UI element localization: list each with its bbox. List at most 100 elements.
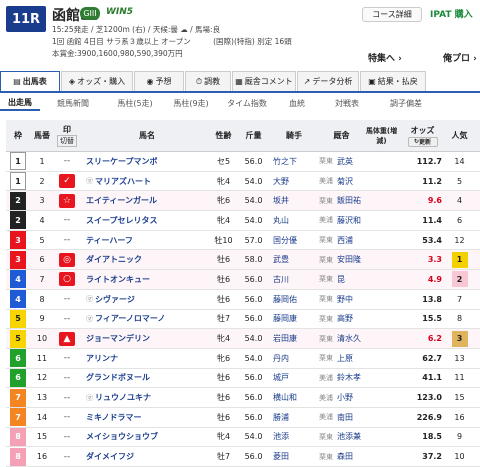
horse-name-cell[interactable]: ㋮シヴァージ <box>80 290 208 309</box>
odds-cell[interactable]: 3.3 <box>399 250 446 269</box>
odds-cell[interactable]: 41.1 <box>399 369 446 388</box>
mark-cell[interactable]: -- <box>54 369 80 388</box>
mark-cell[interactable]: -- <box>54 428 80 447</box>
odds-cell[interactable]: 9.6 <box>399 191 446 210</box>
special-feature-link[interactable]: 特集へ › <box>368 51 402 64</box>
table-row[interactable]: 4 7 ○ ライトオンキュー 牡6 56.0 古川 栗東昆 4.9 2 <box>6 270 480 290</box>
mark-cell[interactable]: -- <box>54 290 80 309</box>
jockey-cell[interactable]: 丸山 <box>268 211 315 230</box>
ipat-purchase-button[interactable]: IPAT 購入 <box>430 7 473 20</box>
table-row[interactable]: 4 8 -- ㋮シヴァージ 牡6 56.0 藤岡佑 栗東 野中 13.8 7 <box>6 290 480 310</box>
horse-name-cell[interactable]: エイティーンガール <box>80 191 208 210</box>
odds-cell[interactable]: 11.2 <box>399 172 446 191</box>
stable-cell[interactable]: 美浦 小野 <box>315 388 364 407</box>
table-row[interactable]: 5 10 ▲ ジョーマンデリン 牝4 54.0 岩田康 栗東 清水久 6.2 3 <box>6 329 480 349</box>
stable-cell[interactable]: 美浦 藤沢和 <box>315 211 364 230</box>
mark-cell[interactable]: -- <box>54 349 80 368</box>
horse-name-cell[interactable]: アリンナ <box>80 349 208 368</box>
horse-name-cell[interactable]: ライトオンキュー <box>80 270 208 289</box>
horse-name-cell[interactable]: スイープセレリタス <box>80 211 208 230</box>
horse-name-cell[interactable]: ジョーマンデリン <box>80 329 208 348</box>
jockey-cell[interactable]: 大野 <box>268 172 315 191</box>
stable-cell[interactable]: 栗東 森田 <box>315 447 364 466</box>
odds-cell[interactable]: 226.9 <box>399 408 446 427</box>
stable-cell[interactable]: 栗東 武英 <box>315 152 364 171</box>
stable-cell[interactable]: 美浦 南田 <box>315 408 364 427</box>
horse-name-cell[interactable]: ティーハーフ <box>80 231 208 250</box>
stable-cell[interactable]: 美浦 鈴木孝 <box>315 369 364 388</box>
jockey-cell[interactable]: 岩田康 <box>268 329 315 348</box>
stable-cell[interactable]: 栗東昆 <box>315 270 364 289</box>
horse-name-cell[interactable]: ㋮リュウノユキナ <box>80 388 208 407</box>
stable-cell[interactable]: 栗東 上原 <box>315 349 364 368</box>
mark-cell[interactable]: ✓ <box>54 172 80 191</box>
stable-cell[interactable]: 栗東 西浦 <box>315 231 364 250</box>
subtab-4[interactable]: タイム指数 <box>218 95 276 111</box>
odds-refresh-button[interactable]: ↻ 更新 <box>407 136 438 147</box>
table-row[interactable]: 8 15 -- メイショウショウブ 牝4 54.0 池添 栗東 池添兼 18.5 9 <box>6 427 480 448</box>
horse-name-cell[interactable]: ダイメイフジ <box>80 447 208 466</box>
course-detail-button[interactable]: コース詳細 <box>362 7 422 22</box>
table-row[interactable]: 3 5 -- ティーハーフ 牡10 57.0 国分優 栗東 西浦 53.4 12 <box>6 231 480 251</box>
mark-cell[interactable]: -- <box>54 231 80 250</box>
tab-2[interactable]: ◉ 予想 <box>134 71 184 91</box>
tab-4[interactable]: ▦ 厩舎コメント <box>232 71 296 91</box>
subtab-0[interactable]: 出走馬 <box>0 95 40 111</box>
mark-cell[interactable]: ○ <box>54 270 80 289</box>
jockey-cell[interactable]: 横山和 <box>268 388 315 407</box>
odds-cell[interactable]: 11.4 <box>399 211 446 230</box>
jockey-cell[interactable]: 城戸 <box>268 369 315 388</box>
table-row[interactable]: 3 6 ◎ ダイアトニック 牡6 58.0 武豊 栗東 安田隆 3.3 1 <box>6 250 480 271</box>
jockey-cell[interactable]: 丹内 <box>268 349 315 368</box>
mark-cell[interactable]: ◎ <box>54 250 80 269</box>
jockey-cell[interactable]: 古川 <box>268 270 315 289</box>
odds-cell[interactable]: 62.7 <box>399 349 446 368</box>
subtab-3[interactable]: 馬柱(9走) <box>164 95 218 111</box>
table-row[interactable]: 6 11 -- アリンナ 牝6 54.0 丹内 栗東 上原 62.7 13 <box>6 349 480 369</box>
stable-cell[interactable]: 栗東 池添兼 <box>315 428 364 447</box>
stable-cell[interactable]: 栗東 清水久 <box>315 329 364 348</box>
tab-5[interactable]: ↗ データ分析 <box>297 71 359 91</box>
jockey-cell[interactable]: 坂井 <box>268 191 315 210</box>
mark-cell[interactable]: -- <box>54 447 80 466</box>
table-row[interactable]: 1 2 ✓ ㋮マリアズハート 牝4 54.0 大野 美浦 菊沢 11.2 5 <box>6 172 480 192</box>
odds-cell[interactable]: 15.5 <box>399 310 446 329</box>
stable-cell[interactable]: 栗東 安田隆 <box>315 250 364 269</box>
table-row[interactable]: 6 12 -- グランドボヌール 牡6 56.0 城戸 美浦 鈴木孝 41.1 11 <box>6 368 480 389</box>
subtab-7[interactable]: 調子偏差 <box>376 95 436 111</box>
mark-cell[interactable]: -- <box>54 408 80 427</box>
table-row[interactable]: 8 16 -- ダイメイフジ 牡7 56.0 菱田 栗東 森田 37.2 10 <box>6 447 480 467</box>
subtab-2[interactable]: 馬柱(5走) <box>106 95 164 111</box>
subtab-6[interactable]: 対戦表 <box>318 95 376 111</box>
stable-cell[interactable]: 栗東 高野 <box>315 310 364 329</box>
horse-name-cell[interactable]: ㋮マリアズハート <box>80 172 208 191</box>
jockey-cell[interactable]: 池添 <box>268 428 315 447</box>
tab-3[interactable]: ⏱ 調教 <box>185 71 231 91</box>
jockey-cell[interactable]: 国分優 <box>268 231 315 250</box>
table-row[interactable]: 7 13 -- ㋮リュウノユキナ 牡6 56.0 横山和 美浦 小野 123.0 15 <box>6 388 480 408</box>
jockey-cell[interactable]: 勝浦 <box>268 408 315 427</box>
jockey-cell[interactable]: 武豊 <box>268 250 315 269</box>
odds-cell[interactable]: 6.2 <box>399 329 446 348</box>
stable-cell[interactable]: 栗東 飯田祐 <box>315 191 364 210</box>
mark-cell[interactable]: ▲ <box>54 329 80 348</box>
odds-cell[interactable]: 4.9 <box>399 270 446 289</box>
horse-name-cell[interactable]: ダイアトニック <box>80 250 208 269</box>
odds-cell[interactable]: 112.7 <box>399 152 446 171</box>
stable-cell[interactable]: 美浦 菊沢 <box>315 172 364 191</box>
jockey-cell[interactable]: 藤岡康 <box>268 310 315 329</box>
stable-cell[interactable]: 栗東 野中 <box>315 290 364 309</box>
tab-1[interactable]: ◈ オッズ・購入 <box>61 71 133 91</box>
mark-cell[interactable]: -- <box>54 152 80 171</box>
jockey-cell[interactable]: 菱田 <box>268 447 315 466</box>
horse-name-cell[interactable]: グランドボヌール <box>80 369 208 388</box>
ore-pro-link[interactable]: 俺プロ › <box>443 51 477 64</box>
horse-name-cell[interactable]: メイショウショウブ <box>80 428 208 447</box>
odds-cell[interactable]: 53.4 <box>399 231 446 250</box>
tab-0[interactable]: ▤ 出馬表 <box>0 71 60 91</box>
odds-cell[interactable]: 18.5 <box>399 428 446 447</box>
horse-name-cell[interactable]: ㋮フィアーノロマーノ <box>80 310 208 329</box>
subtab-1[interactable]: 競馬新聞 <box>40 95 106 111</box>
mark-cell[interactable]: -- <box>54 211 80 230</box>
jockey-cell[interactable]: 藤岡佑 <box>268 290 315 309</box>
